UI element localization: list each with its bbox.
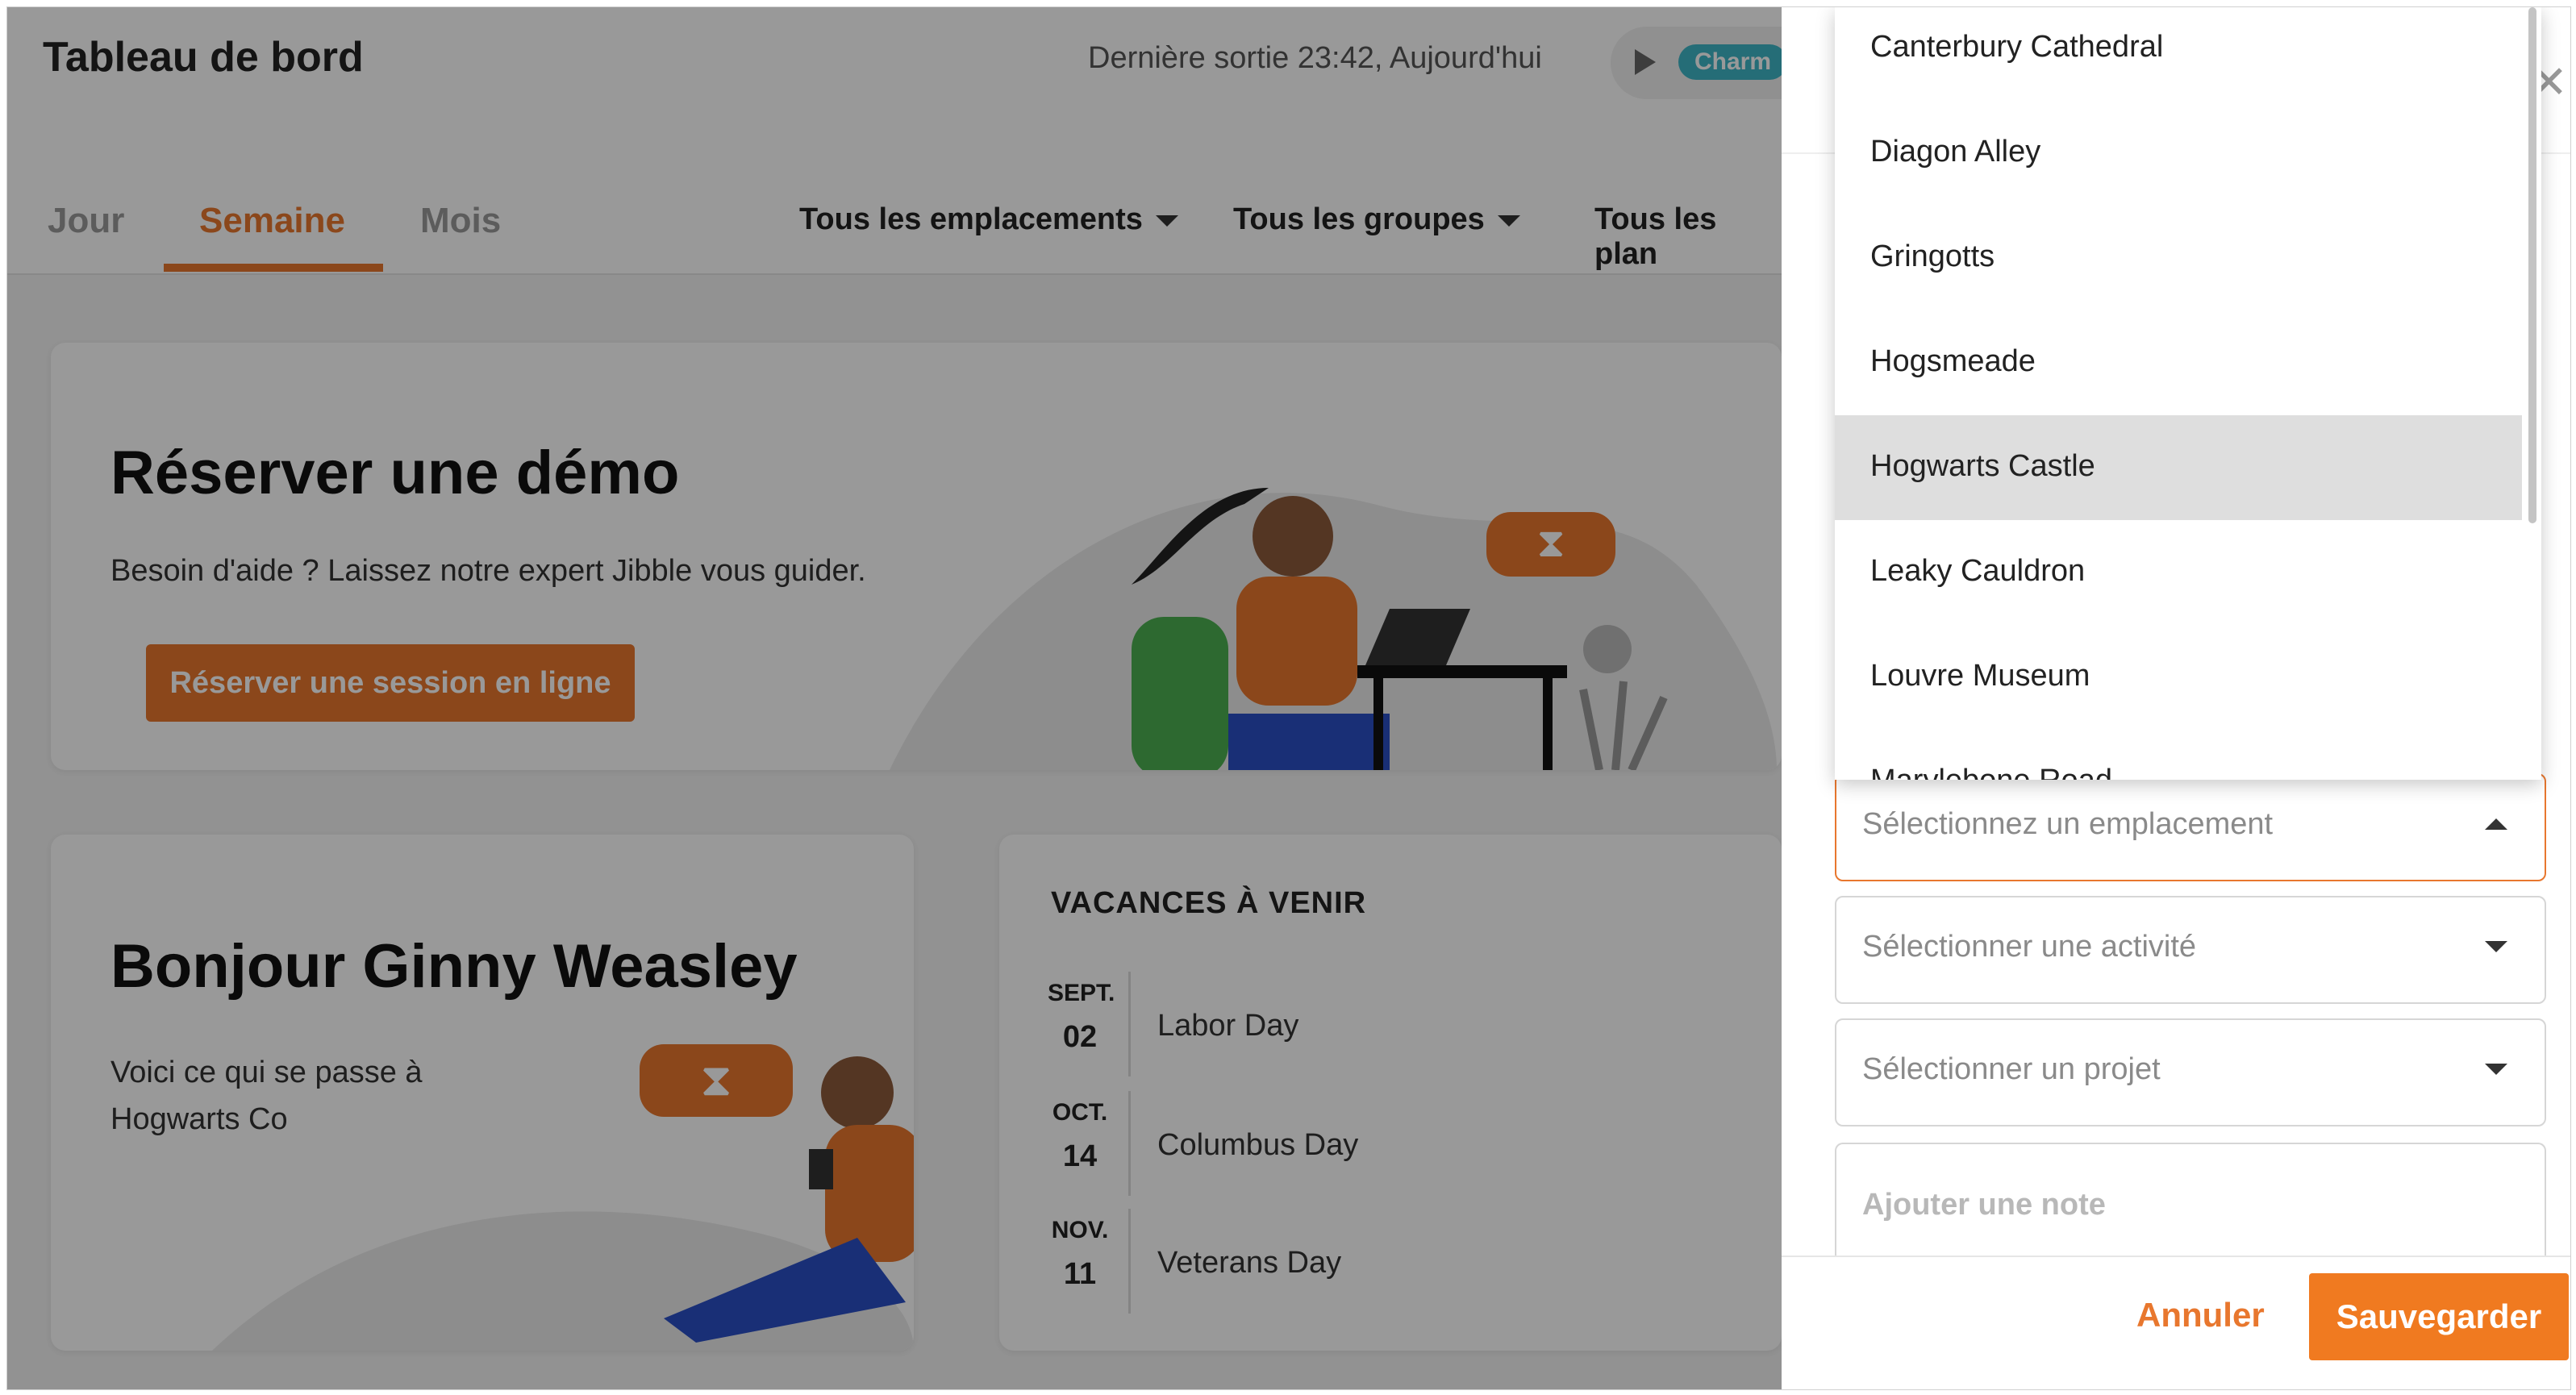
option-label: Gringotts: [1870, 239, 1995, 273]
option-label: Hogsmeade: [1870, 344, 2036, 378]
option-label: Leaky Cauldron: [1870, 554, 2086, 588]
project-select[interactable]: Sélectionner un projet: [1835, 1018, 2546, 1126]
dropdown-option[interactable]: Diagon Alley: [1835, 101, 2522, 206]
dropdown-option[interactable]: Canterbury Cathedral: [1835, 7, 2522, 101]
note-field[interactable]: Ajouter une note: [1835, 1143, 2546, 1257]
cancel-button[interactable]: Annuler: [2136, 1296, 2265, 1335]
option-label: Diagon Alley: [1870, 135, 2041, 169]
modal-backdrop[interactable]: [7, 7, 1782, 1389]
chevron-down-icon: [2485, 1064, 2507, 1075]
dropdown-option[interactable]: Marylebone Road: [1835, 730, 2522, 780]
location-placeholder: Sélectionnez un emplacement: [1862, 807, 2274, 841]
option-label: Louvre Museum: [1870, 659, 2090, 693]
note-placeholder: Ajouter une note: [1862, 1188, 2106, 1222]
activity-placeholder: Sélectionner une activité: [1862, 930, 2197, 964]
save-button[interactable]: Sauvegarder: [2309, 1273, 2569, 1360]
divider: [1782, 1256, 2570, 1257]
dropdown-option-highlighted[interactable]: Hogwarts Castle: [1835, 415, 2522, 520]
app-window: Tableau de bord Dernière sortie 23:42, A…: [6, 6, 2571, 1390]
location-dropdown: Canterbury Cathedral Diagon Alley Gringo…: [1835, 7, 2541, 780]
chevron-down-icon: [2485, 941, 2507, 952]
dropdown-option[interactable]: Hogsmeade: [1835, 310, 2522, 415]
dropdown-scrollbar[interactable]: [2528, 7, 2536, 523]
option-label: Hogwarts Castle: [1870, 449, 2095, 483]
dropdown-option[interactable]: Leaky Cauldron: [1835, 520, 2522, 625]
project-placeholder: Sélectionner un projet: [1862, 1052, 2161, 1086]
dashboard: Tableau de bord Dernière sortie 23:42, A…: [7, 7, 1820, 1389]
dropdown-option[interactable]: Gringotts: [1835, 206, 2522, 310]
option-label: Canterbury Cathedral: [1870, 30, 2164, 64]
activity-select[interactable]: Sélectionner une activité: [1835, 896, 2546, 1004]
dropdown-option[interactable]: Louvre Museum: [1835, 625, 2522, 730]
option-label: Marylebone Road: [1870, 764, 2112, 780]
location-select[interactable]: Sélectionnez un emplacement: [1835, 773, 2546, 881]
chevron-up-icon: [2485, 818, 2507, 830]
